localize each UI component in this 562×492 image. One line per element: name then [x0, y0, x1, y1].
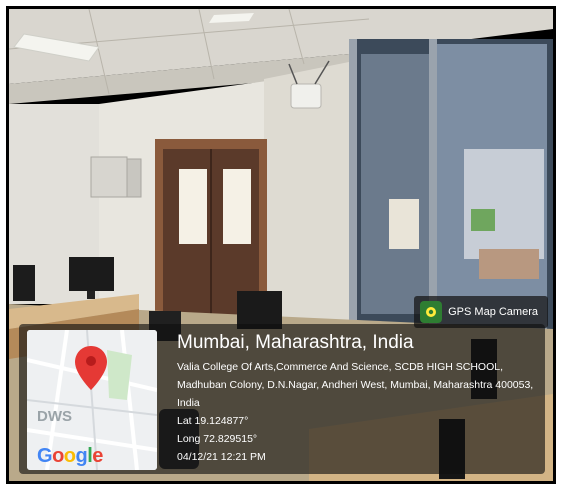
google-logo-letter: o: [63, 445, 76, 467]
google-logo-letter: o: [52, 445, 64, 467]
location-overlay: DWS Google Mumbai, Maharashtra, India Va…: [19, 324, 545, 474]
google-logo-letter: g: [75, 445, 88, 467]
photo-frame: GPS Map Camera DWS Google Mumbai, Mahara…: [6, 6, 556, 484]
badge-label: GPS Map Camera: [448, 306, 538, 318]
map-thumbnail: DWS Google: [27, 330, 157, 470]
address-line: Madhuban Colony, D.N.Nagar, Andheri West…: [177, 379, 534, 391]
location-info: Mumbai, Maharashtra, India Valia College…: [177, 332, 537, 466]
map-label: DWS: [37, 408, 72, 425]
longitude-text: Long 72.829515°: [177, 433, 258, 445]
google-logo: Google: [37, 445, 103, 468]
latitude-text: Lat 19.124877°: [177, 415, 249, 427]
google-logo-letter: e: [92, 445, 103, 467]
google-logo-letter: G: [37, 445, 53, 467]
address-line: India: [177, 397, 200, 409]
map-pin-camera-icon: [420, 301, 443, 323]
datetime-text: 04/12/21 12:21 PM: [177, 451, 266, 463]
location-title: Mumbai, Maharashtra, India: [177, 332, 414, 353]
map-pin-camera-icon-glyph: [426, 307, 437, 317]
address-line: Valia College Of Arts,Commerce And Scien…: [177, 361, 504, 373]
